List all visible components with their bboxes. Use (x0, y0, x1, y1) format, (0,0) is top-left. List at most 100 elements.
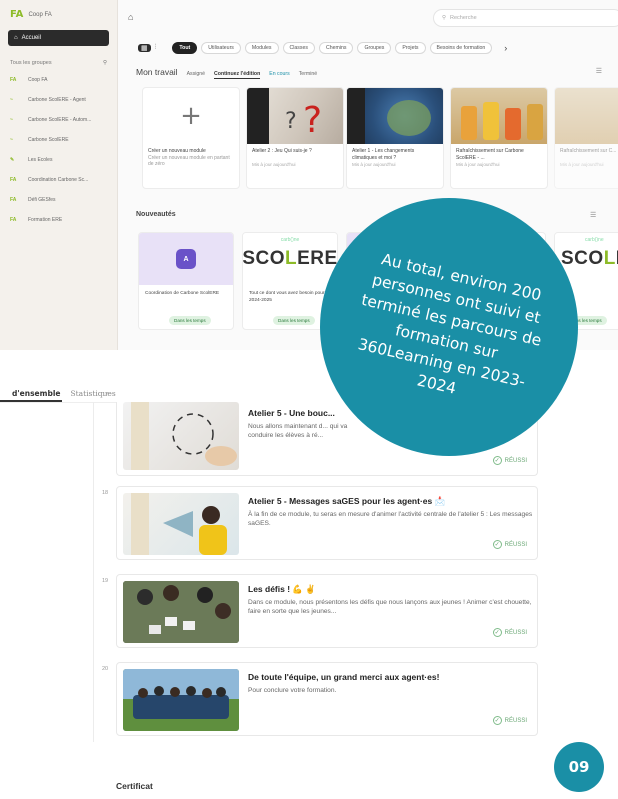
team-photo-icon (123, 669, 239, 731)
filter-chip[interactable]: Groupes (357, 42, 392, 54)
tab-statistics[interactable]: Statistiques (70, 389, 115, 398)
filter-chip[interactable]: Besoins de formation (429, 42, 493, 54)
svg-text:?: ? (285, 109, 297, 134)
tab-assigned[interactable]: Assigné (187, 71, 205, 77)
check-icon: ✓ (492, 456, 502, 465)
avatar: A (176, 249, 196, 269)
module-row[interactable]: 19 Les défis ! 💪 ✌ Dans ce module, nous … (102, 574, 538, 648)
sidebar-group-item[interactable]: FA Défi GESfes (0, 190, 117, 210)
group-logo-icon: ~ (10, 117, 13, 123)
sidebar-group-item[interactable]: FA Coordination Carbone Sc... (0, 170, 117, 190)
module-title: De toute l'équipe, un grand merci aux ag… (248, 672, 440, 682)
groups-header: Tous les groupes ⚲ (0, 46, 117, 70)
card-thumbnail (555, 88, 618, 144)
chevron-right-icon[interactable]: › (504, 43, 507, 53)
module-description: Dans ce module, nous présentons les défi… (248, 599, 532, 615)
sidebar-group-item[interactable]: FA Coop FA (0, 70, 117, 90)
my-work-header: Mon travail Assigné Continuez l'édition … (136, 67, 602, 79)
sidebar-group-item[interactable]: ✎ Les Ecoles (0, 150, 117, 170)
scolere-logo: SCOLERE (561, 248, 618, 269)
module-thumbnail (123, 493, 239, 555)
module-card[interactable]: Rafraîchissement sur C... Mis à jour auj… (554, 87, 618, 189)
search-input[interactable]: ⚲ Recherche (433, 9, 618, 27)
filter-chip[interactable]: Tout (172, 42, 198, 54)
group-label: Défi GESfes (28, 197, 56, 203)
status-badge: Dans les temps (273, 316, 315, 325)
tab-overview[interactable]: d'ensemble (0, 389, 63, 402)
group-logo-icon: FA (10, 197, 17, 203)
module-thumbnail (123, 669, 239, 731)
card-meta: Mis à jour aujourd'hui (352, 162, 396, 167)
sidebar-logo[interactable]: FA Coop FA (0, 0, 117, 20)
megaphone-person-icon (131, 493, 227, 555)
tab-in-progress[interactable]: En cours (269, 71, 289, 77)
tab-finished[interactable]: Terminé (299, 71, 317, 77)
filter-chip[interactable]: Modules (244, 42, 279, 54)
check-icon: ✓ (492, 540, 502, 549)
module-row[interactable]: 18 Atelier 5 - Messages saGES pour les a… (102, 486, 538, 560)
group-logo-icon: ~ (10, 97, 13, 103)
certificate-heading: Certificat (116, 781, 153, 791)
home-button[interactable]: ⌂ Accueil (8, 30, 109, 46)
module-status: ✓ RÉUSSI (492, 716, 527, 725)
sidebar-group-item[interactable]: FA Formation ERE (0, 210, 117, 230)
module-status: ✓ RÉUSSI (492, 540, 527, 549)
group-logo-icon: FA (10, 177, 17, 183)
filter-chip[interactable]: Projets (395, 42, 426, 54)
grid-view-icon[interactable]: ▦ (138, 44, 151, 52)
module-thumbnail (123, 402, 239, 470)
page-number-badge: 09 (554, 742, 604, 792)
card-title: Atelier 2 : Jeu Qui suis-je ? (252, 148, 312, 154)
module-card[interactable]: Atelier 1 - Les changements climatiques … (346, 87, 444, 189)
list-menu-icon[interactable]: ☰ (596, 67, 602, 75)
carbone-logo-icon: carb()ne (280, 237, 300, 243)
group-label: Formation ERE (28, 217, 63, 223)
search-icon[interactable]: ⚲ (103, 60, 107, 66)
module-status: ✓ RÉUSSI (492, 628, 527, 637)
group-label: Carbone ScolERE - Agent (28, 97, 86, 103)
module-card[interactable]: ? ? Atelier 2 : Jeu Qui suis-je ? Mis à … (246, 87, 344, 189)
sidebar-group-item[interactable]: ~ Carbone ScolERE - Autom... (0, 110, 117, 130)
module-number: 19 (102, 578, 109, 584)
card-meta: Mis à jour aujourd'hui (456, 162, 500, 167)
module-number: 18 (102, 490, 109, 496)
module-status: ✓ RÉUSSI (492, 456, 527, 465)
question-marks-icon: ? ? (247, 88, 322, 144)
tab-continue-editing[interactable]: Continuez l'édition (214, 71, 261, 79)
module-description: Pour conclure votre formation. (248, 687, 337, 694)
filter-bar: ▦ ⫶ Tout Utilisateurs Modules Classes Ch… (118, 40, 618, 56)
card-title: Coordination de Carbone ScolERE (145, 291, 220, 296)
create-module-card[interactable]: + Créer un nouveau module Créer un nouve… (142, 87, 240, 189)
plus-icon: + (180, 101, 202, 131)
course-tabs: d'ensemble Statistiques (0, 389, 116, 403)
sidebar-group-item[interactable]: ~ Carbone ScolERE (0, 130, 117, 150)
sidebar: FA Coop FA ⌂ Accueil Tous les groupes ⚲ … (0, 0, 118, 350)
brand-logo-icon: FA (10, 9, 24, 20)
module-card[interactable]: Rafraîchissement sur Carbone ScolERE - .… (450, 87, 548, 189)
sidebar-group-item[interactable]: ~ Carbone ScolERE - Agent (0, 90, 117, 110)
status-badge: Dans les temps (169, 316, 211, 325)
filter-chip[interactable]: Utilisateurs (201, 42, 241, 54)
stats-view-icon[interactable]: ⫶ (155, 44, 157, 52)
scolere-logo-accent: L (285, 248, 298, 269)
group-logo-icon: FA (10, 77, 17, 83)
card-title: Créer un nouveau module (148, 148, 206, 154)
module-title: Les défis ! 💪 ✌ (248, 584, 316, 594)
scolere-logo: SCOLERE (242, 248, 338, 269)
module-row[interactable]: 20 De toute l'équipe, un grand merci aux… (102, 662, 538, 736)
scolere-logo-accent: L (603, 248, 616, 269)
view-toggle[interactable]: ▦ ⫶ (138, 44, 156, 52)
card-thumbnail: A (139, 233, 233, 285)
home-button-label: Accueil (21, 35, 41, 41)
group-activity-photo-icon (123, 581, 239, 643)
filter-chip[interactable]: Chemins (318, 42, 354, 54)
list-menu-icon[interactable]: ☰ (590, 211, 596, 219)
home-icon[interactable]: ⌂ (128, 12, 133, 22)
card-title: Atelier 1 - Les changements climatiques … (352, 148, 415, 160)
news-card[interactable]: A Coordination de Carbone ScolERE Dans l… (138, 232, 234, 330)
module-status-label: RÉUSSI (504, 629, 527, 636)
filter-chip[interactable]: Classes (282, 42, 315, 54)
card-thumbnail: + (143, 88, 239, 144)
check-icon: ✓ (492, 716, 502, 725)
group-label: Carbone ScolERE - Autom... (28, 117, 92, 123)
